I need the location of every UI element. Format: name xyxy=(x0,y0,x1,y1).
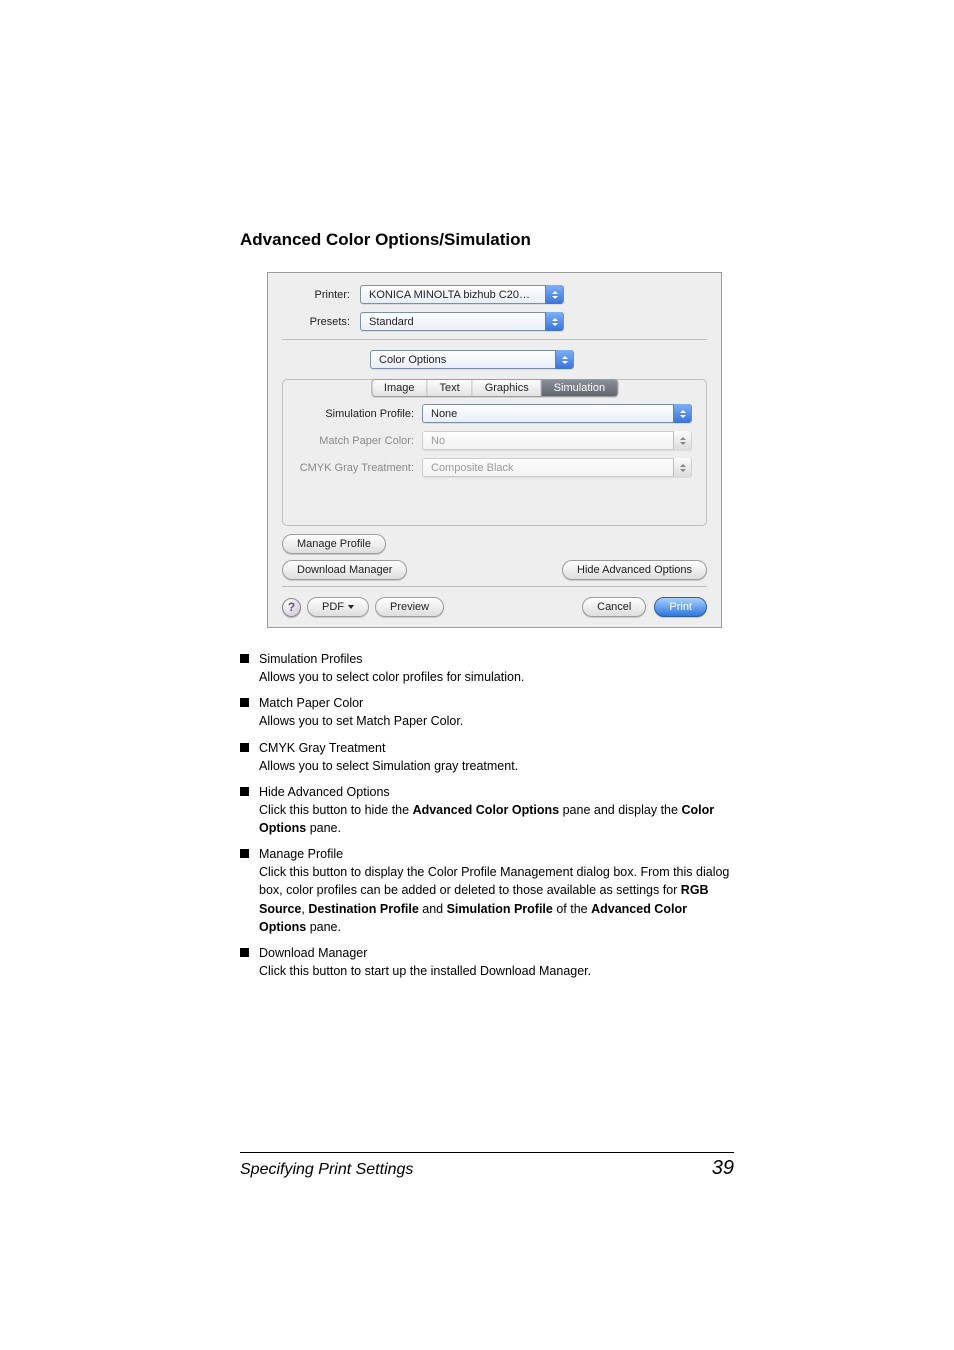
match-paper-select: No xyxy=(422,431,692,450)
download-manager-button[interactable]: Download Manager xyxy=(282,560,407,580)
item-body-part: of the xyxy=(553,902,591,916)
page-footer: Specifying Print Settings 39 xyxy=(240,1152,734,1180)
cmyk-gray-label: CMYK Gray Treatment: xyxy=(297,462,422,474)
simulation-profile-select[interactable]: None xyxy=(422,404,692,423)
item-body: Click this button to start up the instal… xyxy=(259,964,591,978)
section-select[interactable]: Color Options xyxy=(370,350,574,369)
match-paper-value: No xyxy=(431,435,445,447)
item-body-bold: Destination Profile xyxy=(308,902,418,916)
list-item: Download Manager Click this button to st… xyxy=(240,944,734,980)
presets-label: Presets: xyxy=(282,316,360,328)
cmyk-gray-select: Composite Black xyxy=(422,458,692,477)
simulation-profile-label: Simulation Profile: xyxy=(297,408,422,420)
tab-graphics[interactable]: Graphics xyxy=(473,380,542,396)
tab-simulation[interactable]: Simulation xyxy=(542,380,617,396)
item-title: Manage Profile xyxy=(259,847,343,861)
item-title: Hide Advanced Options xyxy=(259,785,390,799)
tab-panel-simulation: Simulation Profile: None Match Paper Col… xyxy=(282,379,707,526)
item-body-part: pane and display the xyxy=(559,803,681,817)
bullet-icon xyxy=(240,743,249,752)
dropdown-arrows-icon xyxy=(673,431,691,450)
item-body: Allows you to select Simulation gray tre… xyxy=(259,759,518,773)
printer-label: Printer: xyxy=(282,289,360,301)
item-body: Allows you to select color profiles for … xyxy=(259,670,524,684)
pdf-label: PDF xyxy=(322,601,344,613)
item-body-part: pane. xyxy=(306,920,341,934)
page-number: 39 xyxy=(712,1157,734,1180)
cancel-button[interactable]: Cancel xyxy=(582,597,646,617)
list-item: CMYK Gray Treatment Allows you to select… xyxy=(240,739,734,775)
item-body-part: pane. xyxy=(306,821,341,835)
printer-select[interactable]: KONICA MINOLTA bizhub C20… xyxy=(360,285,564,304)
presets-select[interactable]: Standard xyxy=(360,312,564,331)
preview-button[interactable]: Preview xyxy=(375,597,444,617)
bullet-icon xyxy=(240,849,249,858)
section-value: Color Options xyxy=(379,354,446,366)
printer-value: KONICA MINOLTA bizhub C20… xyxy=(369,289,530,301)
pdf-menu-button[interactable]: PDF xyxy=(307,597,369,617)
list-item: Simulation Profiles Allows you to select… xyxy=(240,650,734,686)
dropdown-arrows-icon xyxy=(555,350,573,369)
item-title: Match Paper Color xyxy=(259,696,363,710)
print-dialog: Printer: KONICA MINOLTA bizhub C20… Pres… xyxy=(267,272,722,628)
list-item: Match Paper Color Allows you to set Matc… xyxy=(240,694,734,730)
dropdown-arrows-icon xyxy=(545,285,563,304)
item-body-part: Click this button to hide the xyxy=(259,803,413,817)
dropdown-arrows-icon xyxy=(673,458,691,477)
item-body-bold: Advanced Color Options xyxy=(413,803,560,817)
presets-value: Standard xyxy=(369,316,414,328)
print-button[interactable]: Print xyxy=(654,597,707,617)
item-body-bold: Simulation Profile xyxy=(447,902,553,916)
divider xyxy=(282,586,707,587)
item-title: Simulation Profiles xyxy=(259,652,363,666)
item-body: Allows you to set Match Paper Color. xyxy=(259,714,463,728)
tab-text[interactable]: Text xyxy=(428,380,473,396)
dropdown-arrows-icon xyxy=(673,404,691,423)
simulation-profile-value: None xyxy=(431,408,457,420)
manage-profile-button[interactable]: Manage Profile xyxy=(282,534,386,554)
caret-down-icon xyxy=(348,605,354,609)
section-heading: Advanced Color Options/Simulation xyxy=(240,230,734,250)
tab-image[interactable]: Image xyxy=(372,380,428,396)
list-item: Hide Advanced Options Click this button … xyxy=(240,783,734,837)
dropdown-arrows-icon xyxy=(545,312,563,331)
match-paper-label: Match Paper Color: xyxy=(297,435,422,447)
bullet-icon xyxy=(240,948,249,957)
help-button[interactable]: ? xyxy=(282,598,301,617)
footer-title: Specifying Print Settings xyxy=(240,1161,413,1179)
feature-list: Simulation Profiles Allows you to select… xyxy=(240,650,734,980)
divider xyxy=(282,339,707,340)
bullet-icon xyxy=(240,698,249,707)
cmyk-gray-value: Composite Black xyxy=(431,462,514,474)
item-body-part: Click this button to display the Color P… xyxy=(259,865,729,897)
bullet-icon xyxy=(240,654,249,663)
list-item: Manage Profile Click this button to disp… xyxy=(240,845,734,936)
tab-bar: Image Text Graphics Simulation xyxy=(371,379,618,397)
item-title: CMYK Gray Treatment xyxy=(259,741,385,755)
item-body-part: and xyxy=(419,902,447,916)
footer-rule xyxy=(240,1152,734,1153)
bullet-icon xyxy=(240,787,249,796)
hide-advanced-button[interactable]: Hide Advanced Options xyxy=(562,560,707,580)
item-title: Download Manager xyxy=(259,946,367,960)
